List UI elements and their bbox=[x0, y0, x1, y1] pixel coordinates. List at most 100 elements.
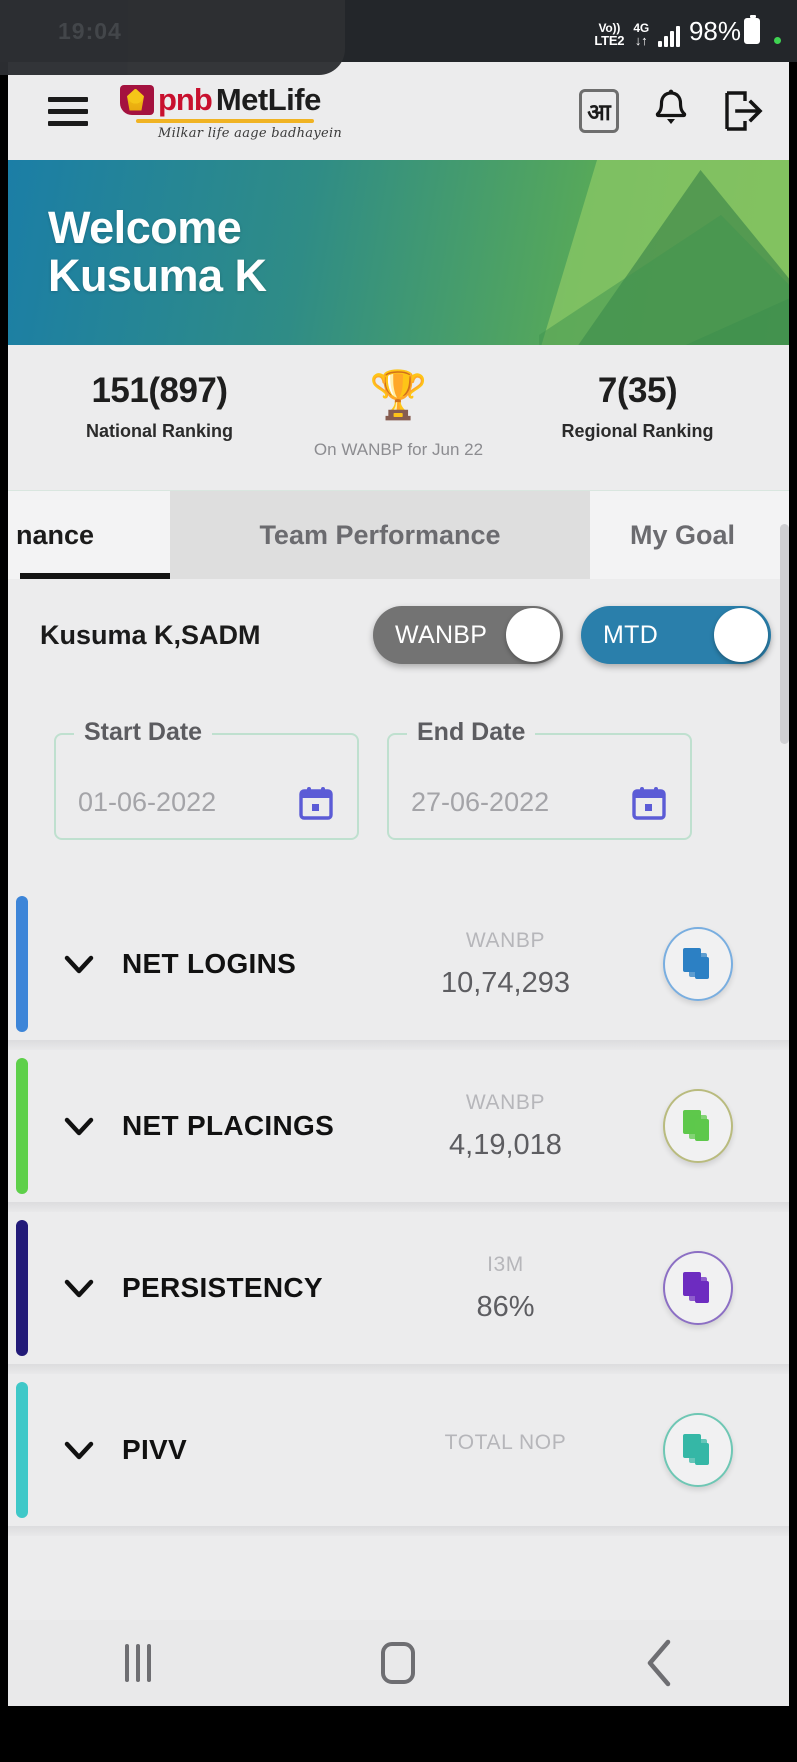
welcome-banner: Welcome Kusuma K bbox=[8, 160, 789, 345]
card-detail-button[interactable] bbox=[663, 1089, 733, 1163]
calendar-icon[interactable] bbox=[632, 786, 666, 820]
card-accent-bar bbox=[16, 896, 28, 1032]
card-detail-button[interactable] bbox=[663, 1413, 733, 1487]
home-icon[interactable] bbox=[353, 1633, 443, 1693]
language-toggle-icon[interactable]: आ bbox=[579, 89, 619, 133]
battery-percent: 98% bbox=[688, 15, 741, 46]
data-indicator: 4G ↓↑ bbox=[633, 22, 649, 47]
date-filter-row: Start Date 01-06-2022 End Date 27-06-202… bbox=[8, 691, 789, 840]
chevron-down-icon[interactable] bbox=[60, 1269, 98, 1307]
privacy-dot-icon bbox=[774, 36, 781, 44]
national-ranking-value: 151(897) bbox=[91, 371, 228, 410]
volte-bottom: LTE2 bbox=[594, 32, 625, 48]
notification-bell-icon[interactable] bbox=[653, 89, 689, 133]
wanbp-toggle-knob bbox=[506, 608, 560, 662]
chevron-down-icon[interactable] bbox=[60, 945, 98, 983]
card-values: TOTAL NOP bbox=[398, 1431, 613, 1469]
data-type: 4G bbox=[633, 20, 649, 35]
mtd-toggle[interactable]: MTD bbox=[581, 606, 771, 664]
status-bar-right: Vo)) LTE2 4G ↓↑ 98% bbox=[594, 15, 781, 47]
pnb-metlife-logo: pnb MetLife Milkar life aage badhayein bbox=[120, 82, 342, 141]
logo-metlife-text: MetLife bbox=[215, 81, 322, 117]
card-kpi-label: WANBP bbox=[465, 928, 546, 952]
main-content: Kusuma K,SADM WANBP MTD Start Date 01-06… bbox=[8, 579, 789, 1536]
tab-bar: nance Team Performance My Goal bbox=[8, 490, 789, 579]
wanbp-toggle[interactable]: WANBP bbox=[373, 606, 563, 664]
chevron-down-icon[interactable] bbox=[60, 1431, 98, 1469]
card-value: 4,19,018 bbox=[449, 1128, 562, 1161]
card-accent-bar bbox=[16, 1382, 28, 1518]
data-arrows-icon: ↓↑ bbox=[634, 32, 648, 48]
system-navigation-bar bbox=[8, 1620, 789, 1706]
user-role-label: Kusuma K,SADM bbox=[40, 619, 261, 650]
ranking-strip: 151(897) National Ranking 🏆 On WANBP for… bbox=[8, 345, 789, 490]
card-accent-bar bbox=[16, 1220, 28, 1356]
card-value: 86% bbox=[476, 1290, 535, 1323]
welcome-greeting: Welcome bbox=[48, 202, 242, 253]
start-date-field[interactable]: Start Date 01-06-2022 bbox=[54, 718, 359, 840]
app-header: pnb MetLife Milkar life aage badhayein आ bbox=[8, 62, 789, 160]
logo-wordmark: pnb MetLife bbox=[120, 82, 321, 118]
card-title: NET PLACINGS bbox=[122, 1110, 335, 1141]
notch-overlay: 19:04 bbox=[0, 0, 345, 75]
end-date-label: End Date bbox=[407, 718, 536, 747]
tab-my-goal[interactable]: My Goal bbox=[590, 491, 789, 579]
calendar-icon[interactable] bbox=[299, 786, 333, 820]
logo-mark-icon bbox=[120, 84, 154, 115]
logo-tagline: Milkar life aage badhayein bbox=[158, 125, 343, 141]
metric-card[interactable]: NET LOGINS WANBP 10,74,293 bbox=[8, 888, 789, 1050]
card-kpi-label: WANBP bbox=[465, 1090, 546, 1114]
card-kpi-label: I3M bbox=[487, 1252, 524, 1276]
start-date-value: 01-06-2022 bbox=[78, 787, 217, 817]
welcome-username: Kusuma K bbox=[48, 249, 267, 301]
metric-card[interactable]: NET PLACINGS WANBP 4,19,018 bbox=[8, 1050, 789, 1212]
volte-top: Vo)) bbox=[598, 20, 621, 35]
card-kpi-label: TOTAL NOP bbox=[444, 1431, 567, 1454]
card-accent-bar bbox=[16, 1058, 28, 1194]
volte-indicator: Vo)) LTE2 bbox=[594, 22, 624, 47]
metric-card[interactable]: PIVV TOTAL NOP bbox=[8, 1374, 789, 1536]
page-scrollbar[interactable] bbox=[780, 524, 789, 744]
trophy-icon: 🏆 bbox=[369, 368, 428, 421]
welcome-text: Welcome Kusuma K bbox=[48, 204, 267, 299]
mtd-toggle-knob bbox=[714, 608, 768, 662]
hamburger-menu-icon[interactable] bbox=[48, 96, 88, 126]
regional-ranking-label: Regional Ranking bbox=[561, 421, 714, 441]
end-date-field[interactable]: End Date 27-06-2022 bbox=[387, 718, 692, 840]
ranking-center: 🏆 On WANBP for Jun 22 bbox=[279, 371, 518, 460]
metric-card-list: NET LOGINS WANBP 10,74,293 NET PLACINGS WANB… bbox=[8, 888, 789, 1536]
card-value: 10,74,293 bbox=[440, 966, 570, 999]
battery-icon bbox=[744, 15, 760, 44]
tab-my-performance[interactable]: nance bbox=[8, 491, 170, 579]
national-ranking: 151(897) National Ranking bbox=[40, 371, 279, 442]
logo-pnb-text: pnb bbox=[158, 81, 213, 117]
app-container: pnb MetLife Milkar life aage badhayein आ bbox=[8, 62, 789, 1706]
card-detail-button[interactable] bbox=[663, 927, 733, 1001]
signal-strength-icon bbox=[657, 25, 680, 47]
wanbp-toggle-label: WANBP bbox=[395, 620, 488, 649]
mtd-toggle-label: MTD bbox=[603, 620, 659, 649]
card-title: PERSISTENCY bbox=[122, 1272, 323, 1303]
card-detail-button[interactable] bbox=[663, 1251, 733, 1325]
chevron-down-icon[interactable] bbox=[60, 1107, 98, 1145]
content-subheader: Kusuma K,SADM WANBP MTD bbox=[8, 579, 789, 691]
regional-ranking: 7(35) Regional Ranking bbox=[518, 371, 757, 442]
clock: 19:04 bbox=[58, 18, 122, 44]
battery-indicator: 98% bbox=[688, 15, 760, 47]
ranking-subtitle: On WANBP for Jun 22 bbox=[313, 440, 484, 459]
regional-ranking-value: 7(35) bbox=[597, 371, 678, 410]
tab-team-performance[interactable]: Team Performance bbox=[170, 491, 590, 579]
card-values: WANBP 10,74,293 bbox=[398, 929, 613, 1000]
app-header-actions: आ bbox=[579, 89, 767, 133]
card-title: PIVV bbox=[122, 1434, 188, 1465]
phone-screen: Vo)) LTE2 4G ↓↑ 98% 19:04 pnb MetLife Mi… bbox=[0, 0, 797, 1762]
metric-card[interactable]: PERSISTENCY I3M 86% bbox=[8, 1212, 789, 1374]
logo-underline bbox=[136, 118, 314, 123]
start-date-label: Start Date bbox=[74, 718, 213, 747]
logout-icon[interactable] bbox=[723, 89, 767, 133]
back-icon[interactable] bbox=[614, 1633, 704, 1693]
card-values: WANBP 4,19,018 bbox=[398, 1091, 613, 1162]
card-values: I3M 86% bbox=[398, 1253, 613, 1324]
recents-icon[interactable] bbox=[93, 1633, 183, 1693]
end-date-value: 27-06-2022 bbox=[411, 787, 550, 817]
